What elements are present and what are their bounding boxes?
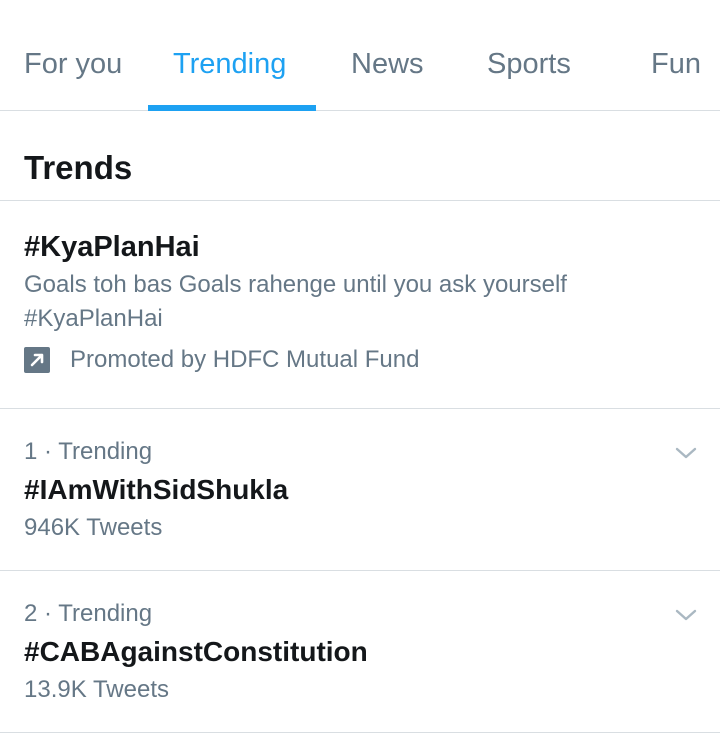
tab-sports[interactable]: Sports xyxy=(487,46,571,82)
promoted-hashtag: #KyaPlanHai xyxy=(24,231,200,263)
trend-hashtag: #IAmWithSidShukla xyxy=(24,474,289,505)
tab-bar: For you Trending News Sports Fun xyxy=(0,0,720,111)
chevron-down-icon[interactable] xyxy=(674,607,698,623)
chevron-down-icon[interactable] xyxy=(674,445,698,461)
trend-item[interactable]: 2 · Trending #CABAgainstConstitution 13.… xyxy=(0,571,720,733)
trend-hashtag: #CABAgainstConstitution xyxy=(24,636,368,667)
tab-fun[interactable]: Fun xyxy=(651,46,701,82)
active-tab-indicator xyxy=(148,105,316,111)
trend-tweet-count: 13.9K Tweets xyxy=(24,676,169,703)
tab-trending[interactable]: Trending xyxy=(173,46,286,82)
trend-rank-label: 1 · Trending xyxy=(24,438,153,465)
tab-news[interactable]: News xyxy=(351,46,424,82)
tab-for-you[interactable]: For you xyxy=(24,46,122,82)
promoted-by-label: Promoted by HDFC Mutual Fund xyxy=(70,346,420,373)
promoted-arrow-icon xyxy=(24,347,50,373)
promoted-by-line: Promoted by HDFC Mutual Fund xyxy=(24,343,419,377)
trend-rank-label: 2 · Trending xyxy=(24,600,153,627)
promoted-description: Goals toh bas Goals rahenge until you as… xyxy=(24,271,567,332)
section-title: Trends xyxy=(0,111,720,201)
trend-item[interactable]: 1 · Trending #IAmWithSidShukla 946K Twee… xyxy=(0,409,720,571)
promoted-trend[interactable]: #KyaPlanHai Goals toh bas Goals rahenge … xyxy=(0,201,720,409)
trend-tweet-count: 946K Tweets xyxy=(24,514,163,541)
